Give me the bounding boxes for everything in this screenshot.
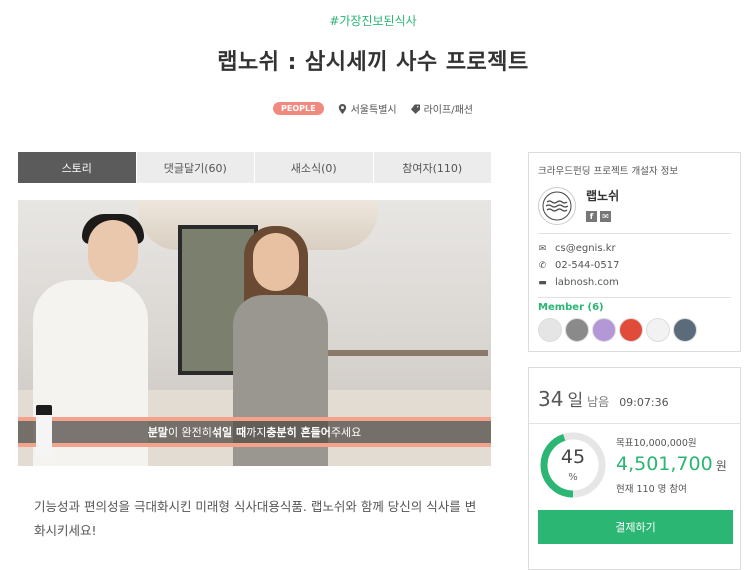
days-suffix: 남음 xyxy=(587,395,610,409)
creator-phone: 02-544-0517 xyxy=(555,260,620,271)
envelope-icon: ✉ xyxy=(538,243,547,254)
member-divider xyxy=(538,297,731,298)
creator-info-panel: 크라우드펀딩 프로젝트 개설자 정보 랩노쉬 f ✉ ✉ cs@egnis.kr… xyxy=(528,152,741,352)
location-pin-icon xyxy=(338,103,346,114)
subtitle-part: 주세요 xyxy=(330,426,362,439)
project-tabs: 스토리 댓글달기(60) 새소식(0) 참여자(110) xyxy=(18,152,491,183)
location-meta[interactable]: 서울특별시 xyxy=(338,101,397,116)
category-label: 라이프/패션 xyxy=(423,105,473,116)
home-icon: ▬ xyxy=(538,277,547,288)
website-row[interactable]: ▬ labnosh.com xyxy=(538,274,731,291)
progress-row: 45 % 목표10,000,000원 4,501,700 원 현재 110 명 참… xyxy=(538,430,731,500)
funding-goal: 목표10,000,000원 xyxy=(616,438,697,449)
progress-percent: 45 xyxy=(560,446,586,468)
creator-name[interactable]: 랩노쉬 xyxy=(586,187,619,204)
subtitle-part: 까지 xyxy=(246,426,267,439)
facebook-icon[interactable]: f xyxy=(586,211,597,222)
days-remaining: 34 일 남음 09:07:36 xyxy=(538,386,731,411)
creator-logo[interactable] xyxy=(538,187,576,225)
video-woman-head xyxy=(253,233,299,291)
creator-header: 크라우드펀딩 프로젝트 개설자 정보 xyxy=(538,166,679,177)
creator-profile: 랩노쉬 f ✉ xyxy=(538,187,731,225)
funding-panel: 34 일 남음 09:07:36 45 % 목표10,000,000원 4,50… xyxy=(528,367,741,570)
project-meta: PEOPLE 서울특별시 라이프/패션 xyxy=(0,101,746,116)
category-meta[interactable]: 라이프/패션 xyxy=(410,101,473,116)
member-avatar[interactable] xyxy=(538,318,562,342)
wave-logo-icon xyxy=(542,191,572,221)
story-video[interactable]: 분말 이 완전히 섞일 때 까지 충분히 흔들어 주세요 xyxy=(18,200,491,466)
video-subtitle: 분말 이 완전히 섞일 때 까지 충분히 흔들어 주세요 xyxy=(18,417,491,447)
tab-participants[interactable]: 참여자(110) xyxy=(374,152,492,183)
project-hashtag[interactable]: #가장진보된식사 xyxy=(0,12,746,29)
subtitle-part: 충분히 흔들어 xyxy=(266,426,331,439)
pay-button[interactable]: 결제하기 xyxy=(538,510,733,544)
member-avatar[interactable] xyxy=(673,318,697,342)
tab-story[interactable]: 스토리 xyxy=(18,152,137,183)
tag-icon xyxy=(410,104,420,114)
participant-count: 현재 110 명 참여 xyxy=(616,484,687,495)
video-shelf xyxy=(328,350,488,356)
funding-divider xyxy=(529,423,740,424)
member-avatar[interactable] xyxy=(646,318,670,342)
video-bottle xyxy=(36,405,52,457)
days-unit: 일 xyxy=(567,391,584,411)
amount-value: 4,501,700 xyxy=(616,453,713,475)
creator-divider xyxy=(538,233,731,234)
location-label: 서울특별시 xyxy=(350,105,397,116)
tab-news[interactable]: 새소식(0) xyxy=(255,152,374,183)
member-avatar[interactable] xyxy=(592,318,616,342)
subtitle-part: 섞일 때 xyxy=(211,426,247,439)
phone-icon: ✆ xyxy=(538,260,547,271)
member-avatar[interactable] xyxy=(619,318,643,342)
days-number: 34 xyxy=(538,387,564,411)
social-links: f ✉ xyxy=(586,211,619,222)
email-row[interactable]: ✉ cs@egnis.kr xyxy=(538,240,731,257)
funding-amount: 4,501,700 원 xyxy=(616,453,727,475)
time-left: 09:07:36 xyxy=(619,396,669,409)
video-man-head xyxy=(88,220,138,282)
tab-comments[interactable]: 댓글달기(60) xyxy=(137,152,255,183)
amount-unit: 원 xyxy=(715,459,727,473)
project-description: 기능성과 편의성을 극대화시킨 미래형 식사대용식품. 랩노쉬와 함께 당신의 … xyxy=(34,499,477,538)
subtitle-part: 분말 xyxy=(147,426,168,439)
member-avatar[interactable] xyxy=(565,318,589,342)
people-badge[interactable]: PEOPLE xyxy=(273,102,324,115)
creator-email: cs@egnis.kr xyxy=(555,243,616,254)
member-avatars xyxy=(538,318,731,342)
creator-website: labnosh.com xyxy=(555,277,619,288)
member-count-label: Member (6) xyxy=(538,302,604,313)
progress-percent-sign: % xyxy=(568,472,578,483)
subtitle-part: 이 완전히 xyxy=(167,426,212,439)
page-title: 랩노쉬 : 삼시세끼 사수 프로젝트 xyxy=(217,50,529,75)
progress-gauge: 45 % xyxy=(538,430,608,500)
mail-share-icon[interactable]: ✉ xyxy=(600,211,611,222)
phone-row: ✆ 02-544-0517 xyxy=(538,257,731,274)
